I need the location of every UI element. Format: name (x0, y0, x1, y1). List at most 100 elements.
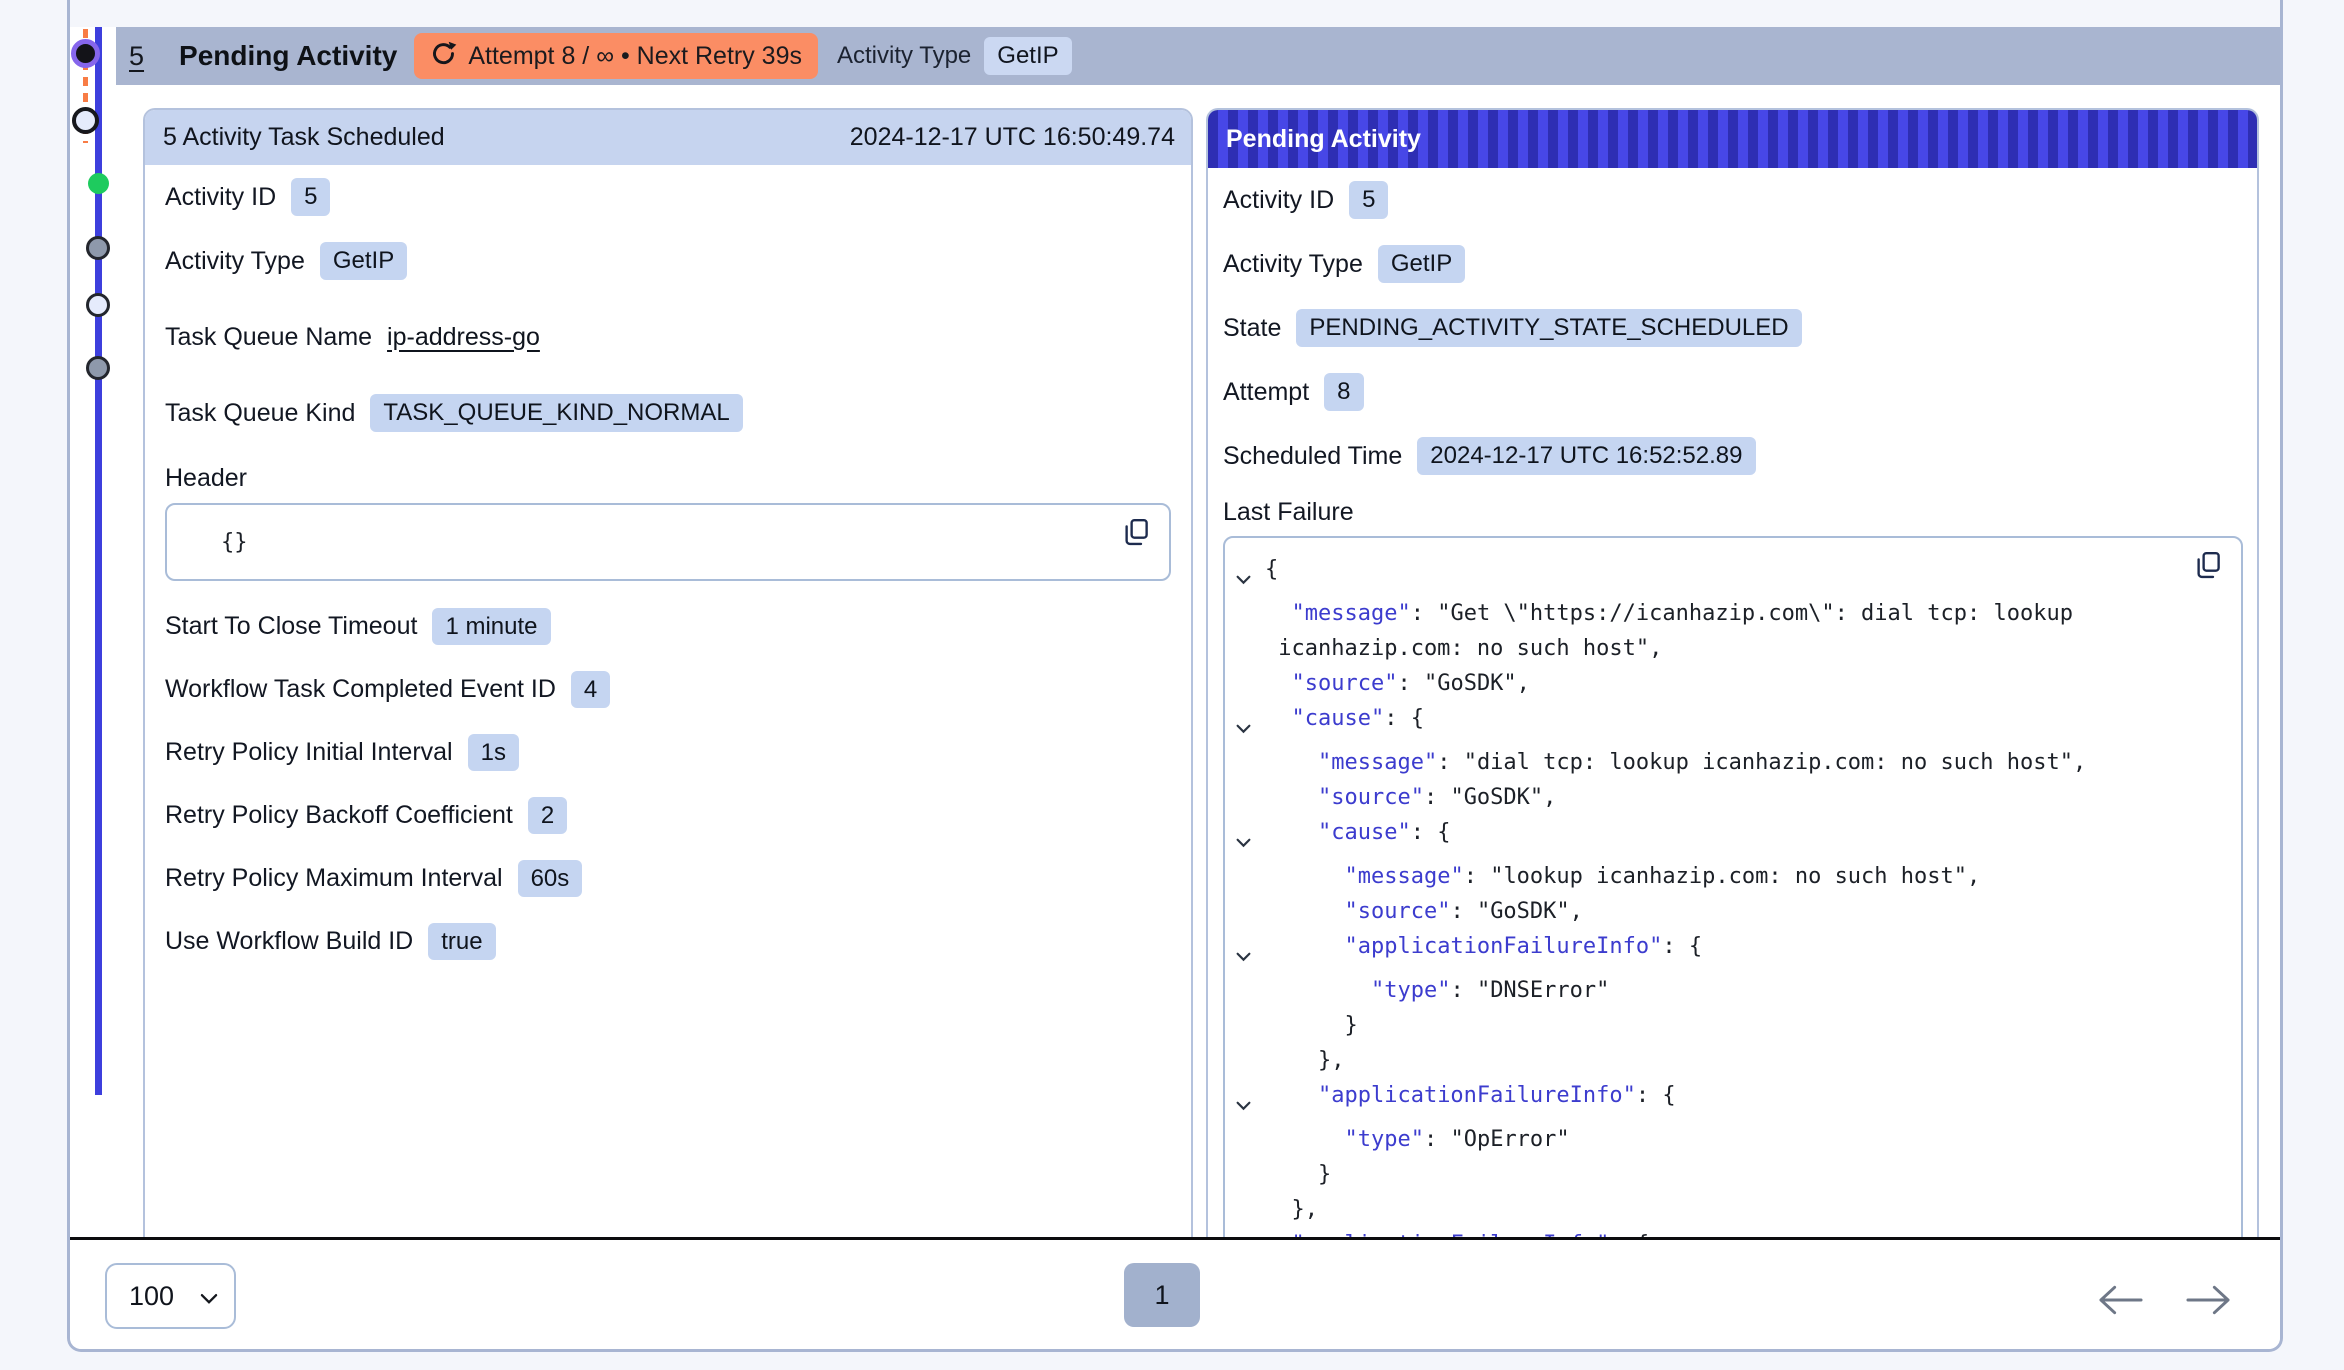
row-title: Pending Activity (179, 40, 397, 72)
code-line-text: "source": "GoSDK", (1265, 894, 1583, 929)
detail-field-row: Retry Policy Backoff Coefficient 2 (145, 784, 1191, 847)
event-timeline-gutter (70, 27, 116, 1237)
code-line: "source": "GoSDK", (1231, 780, 2231, 815)
field-value: true (428, 923, 495, 961)
code-line-text: "cause": { (1265, 815, 1450, 859)
detail-field-row: Activity ID 5 (1208, 168, 2257, 232)
code-line-text: "message": "lookup icanhazip.com: no suc… (1265, 859, 1980, 894)
last-failure-label: Last Failure (1223, 488, 2257, 536)
collapse-chevron-icon[interactable] (1231, 701, 1265, 745)
code-line-text: "type": "DNSError" (1265, 973, 1609, 1008)
attempt-retry-badge: Attempt 8 / ∞ • Next Retry 39s (414, 33, 818, 79)
code-line: }, (1231, 1043, 2231, 1078)
event-id-link[interactable]: 5 (129, 41, 144, 72)
code-line-text: } (1265, 1157, 1331, 1192)
field-label: Use Workflow Build ID (165, 927, 413, 956)
page-size-value: 100 (129, 1281, 174, 1312)
detail-field-row: Workflow Task Completed Event ID 4 (145, 658, 1191, 721)
detail-field-row: Start To Close Timeout 1 minute (145, 595, 1191, 658)
copy-icon[interactable] (1121, 517, 1151, 547)
field-value: 1 minute (432, 608, 550, 646)
field-label: Task Queue Kind (165, 399, 355, 428)
code-line: "applicationFailureInfo": { (1231, 929, 2231, 973)
field-label: Attempt (1223, 378, 1309, 407)
detail-field-row: Task Queue Name ip-address-go (145, 305, 1191, 369)
header-payload-box: {} (165, 503, 1171, 581)
chevron-spacer (1231, 1122, 1265, 1157)
collapse-chevron-icon[interactable] (1231, 815, 1265, 859)
event-summary-header[interactable]: 5 Activity Task Scheduled 2024-12-17 UTC… (145, 110, 1191, 165)
previous-page-icon[interactable] (2098, 1283, 2144, 1317)
field-label: State (1223, 314, 1281, 343)
code-line-text: "source": "GoSDK", (1265, 780, 1556, 815)
chevron-spacer (1231, 1192, 1265, 1227)
field-value: GetIP (320, 242, 407, 280)
code-line-text: "type": "OpError" (1265, 1122, 1570, 1157)
pagination-footer: 100 1 (70, 1240, 2280, 1349)
code-line: "message": "Get \"https://icanhazip.com\… (1231, 596, 2231, 631)
pending-activity-row-header[interactable]: 5 Pending Activity Attempt 8 / ∞ • Next … (116, 27, 2280, 85)
code-line-text: "source": "GoSDK", (1265, 666, 1530, 701)
collapse-chevron-icon[interactable] (1231, 552, 1265, 596)
chevron-spacer (1231, 894, 1265, 929)
retry-icon (430, 39, 457, 73)
field-label: Workflow Task Completed Event ID (165, 675, 556, 704)
detail-field-row: State PENDING_ACTIVITY_STATE_SCHEDULED (1208, 296, 2257, 360)
event-timestamp: 2024-12-17 UTC 16:50:49.74 (850, 123, 1175, 152)
last-failure-code-lines: { "message": "Get \"https://icanhazip.co… (1231, 552, 2231, 1237)
activity-type-badge: GetIP (984, 37, 1071, 75)
collapse-chevron-icon[interactable] (1231, 1078, 1265, 1122)
timeline-dot-neutral-icon (86, 236, 110, 260)
field-label: Retry Policy Initial Interval (165, 738, 453, 767)
field-label: Activity ID (165, 183, 276, 212)
code-line: "type": "OpError" (1231, 1122, 2231, 1157)
field-label: Start To Close Timeout (165, 612, 417, 641)
field-value: 60s (518, 860, 583, 898)
code-line-text: icanhazip.com: no such host", (1265, 631, 1662, 666)
code-line: "applicationFailureInfo": { (1231, 1078, 2231, 1122)
code-line: } (1231, 1008, 2231, 1043)
pending-activity-panel-header: Pending Activity (1208, 110, 2257, 168)
field-value: PENDING_ACTIVITY_STATE_SCHEDULED (1296, 309, 1801, 347)
detail-field-row: Retry Policy Initial Interval 1s (145, 721, 1191, 784)
code-line-text: "applicationFailureInfo": { (1265, 929, 1702, 973)
field-value: 1s (468, 734, 519, 772)
timeline-dot-success-icon (88, 173, 109, 194)
collapse-chevron-icon[interactable] (1231, 1227, 1265, 1237)
field-label: Activity Type (1223, 250, 1363, 279)
header-payload-value: {} (221, 530, 248, 555)
code-line-text: }, (1265, 1192, 1318, 1227)
code-line: "type": "DNSError" (1231, 973, 2231, 1008)
chevron-spacer (1231, 1157, 1265, 1192)
code-line-text: "message": "dial tcp: lookup icanhazip.c… (1265, 745, 2086, 780)
detail-field-row: Use Workflow Build ID true (145, 910, 1191, 973)
field-label: Task Queue Name (165, 323, 372, 352)
attempt-badge-text: Attempt 8 / ∞ • Next Retry 39s (468, 42, 802, 71)
field-value: 2 (528, 797, 567, 835)
code-line-text: }, (1265, 1043, 1344, 1078)
current-page-button[interactable]: 1 (1124, 1263, 1200, 1327)
pending-activity-panel: Pending Activity Activity ID 5 Activity … (1206, 108, 2259, 1237)
field-value: 4 (571, 671, 610, 709)
code-line: "applicationFailureInfo": { (1231, 1227, 2231, 1237)
copy-icon[interactable] (2193, 550, 2223, 580)
field-value[interactable]: ip-address-go (387, 323, 540, 352)
chevron-spacer (1231, 596, 1265, 631)
chevron-spacer (1231, 666, 1265, 701)
chevron-spacer (1231, 973, 1265, 1008)
field-value: 2024-12-17 UTC 16:52:52.89 (1417, 437, 1755, 475)
code-line: } (1231, 1157, 2231, 1192)
field-label: Activity Type (165, 247, 305, 276)
timeline-dot-current-icon (71, 39, 100, 68)
code-line: "cause": { (1231, 815, 2231, 859)
field-label: Activity ID (1223, 186, 1334, 215)
activity-type-label: Activity Type (837, 42, 971, 70)
next-page-icon[interactable] (2185, 1283, 2231, 1317)
detail-field-row: Task Queue Kind TASK_QUEUE_KIND_NORMAL (145, 381, 1191, 445)
timeline-dot-open-icon (86, 293, 110, 317)
collapse-chevron-icon[interactable] (1231, 929, 1265, 973)
row-top-spacer (70, 0, 2280, 27)
last-failure-code-block: { "message": "Get \"https://icanhazip.co… (1223, 536, 2243, 1237)
page-size-select[interactable]: 100 (105, 1263, 236, 1329)
detail-field-row: Activity ID 5 (145, 165, 1191, 229)
